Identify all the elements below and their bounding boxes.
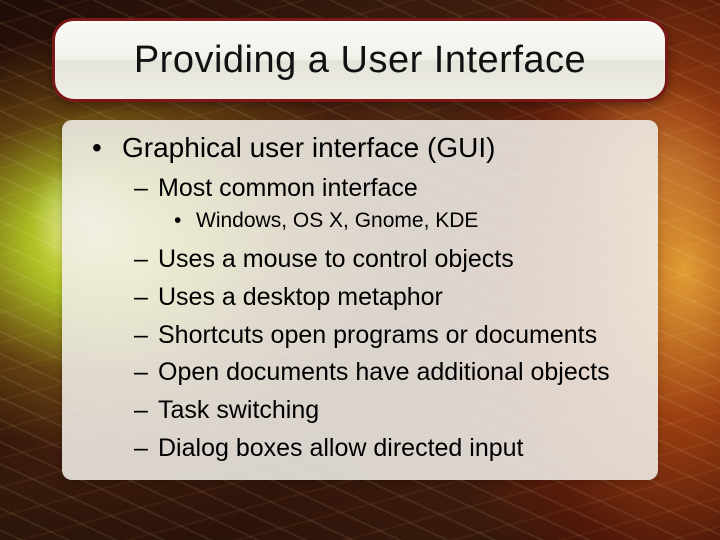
bullet-text: Open documents have additional objects bbox=[158, 356, 610, 390]
bullet-level2: – Uses a mouse to control objects bbox=[134, 243, 652, 277]
dash-marker: – bbox=[134, 432, 158, 466]
title-bar: Providing a User Interface bbox=[52, 18, 668, 102]
bullet-list: – Uses a mouse to control objects – Uses… bbox=[92, 243, 652, 466]
bullet-text: Most common interface bbox=[158, 174, 418, 203]
bullet-text: Windows, OS X, Gnome, KDE bbox=[196, 209, 478, 233]
dash-marker: – bbox=[134, 356, 158, 390]
bullet-marker: • bbox=[92, 132, 122, 164]
bullet-text: Uses a mouse to control objects bbox=[158, 243, 514, 277]
bullet-level2: – Open documents have additional objects bbox=[134, 356, 652, 390]
bullet-level2: – Shortcuts open programs or documents bbox=[134, 319, 652, 353]
bullet-level1: • Graphical user interface (GUI) bbox=[92, 132, 652, 164]
bullet-level2: – Task switching bbox=[134, 394, 652, 428]
bullet-level2: – Dialog boxes allow directed input bbox=[134, 432, 652, 466]
dash-marker: – bbox=[134, 174, 158, 203]
slide-body: • Graphical user interface (GUI) – Most … bbox=[92, 132, 652, 470]
bullet-marker: • bbox=[174, 209, 196, 233]
bullet-text: Uses a desktop metaphor bbox=[158, 281, 443, 315]
dash-marker: – bbox=[134, 394, 158, 428]
bullet-text: Task switching bbox=[158, 394, 319, 428]
dash-marker: – bbox=[134, 243, 158, 277]
bullet-level2: – Uses a desktop metaphor bbox=[134, 281, 652, 315]
bullet-text: Shortcuts open programs or documents bbox=[158, 319, 597, 353]
bullet-text: Graphical user interface (GUI) bbox=[122, 132, 495, 164]
dash-marker: – bbox=[134, 281, 158, 315]
bullet-text: Dialog boxes allow directed input bbox=[158, 432, 524, 466]
bullet-level3: • Windows, OS X, Gnome, KDE bbox=[174, 209, 652, 233]
dash-marker: – bbox=[134, 319, 158, 353]
slide-title: Providing a User Interface bbox=[134, 39, 586, 82]
bullet-level2: – Most common interface bbox=[134, 174, 652, 203]
